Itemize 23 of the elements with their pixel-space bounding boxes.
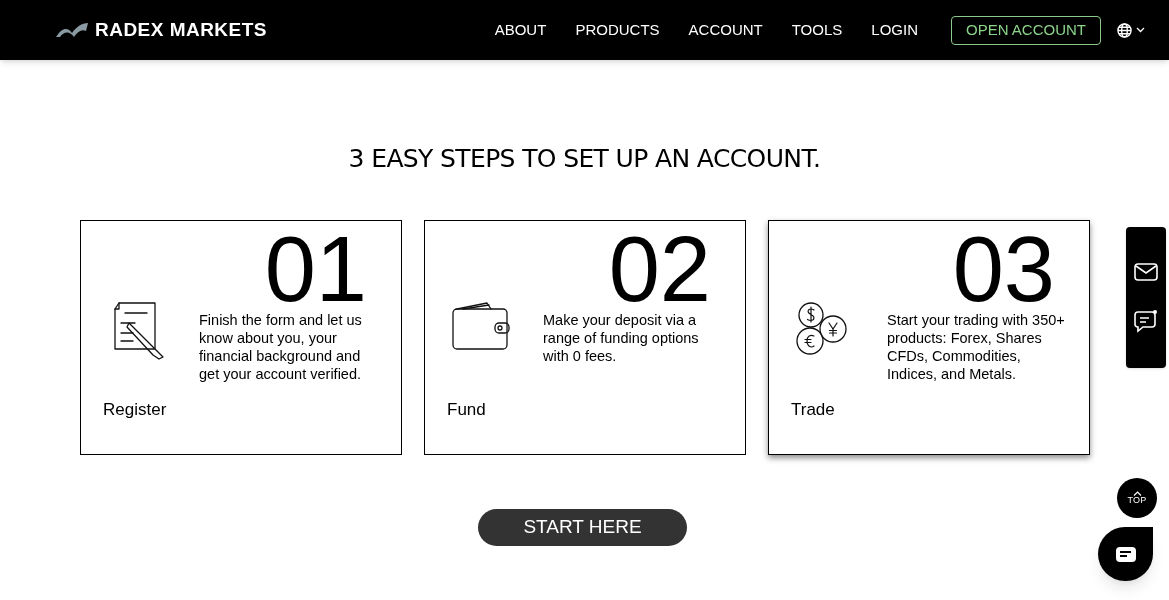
- nav-link[interactable]: LOGIN: [871, 18, 918, 42]
- step-title: Register: [103, 398, 167, 421]
- language-selector[interactable]: [1117, 22, 1145, 38]
- nav-link[interactable]: PRODUCTS: [575, 18, 660, 42]
- step-title: Fund: [447, 398, 486, 421]
- chat-button[interactable]: [1098, 527, 1153, 581]
- open-account-button[interactable]: OPEN ACCOUNT: [951, 15, 1101, 45]
- logo-icon: [56, 23, 88, 37]
- nav-link[interactable]: ACCOUNT: [688, 18, 763, 42]
- chevron-down-icon: [1136, 27, 1145, 33]
- step-title: Trade: [791, 398, 835, 421]
- chevron-up-icon: [1132, 491, 1142, 496]
- globe-icon: [1117, 22, 1132, 38]
- back-to-top-button[interactable]: TOP: [1117, 478, 1157, 518]
- section-heading: 3 EASY STEPS TO SET UP AN ACCOUNT.: [347, 143, 822, 175]
- nav-link[interactable]: TOOLS: [791, 18, 843, 42]
- message-icon: [1115, 546, 1136, 562]
- wallet-icon: [451, 300, 511, 351]
- nav-link[interactable]: ABOUT: [494, 18, 547, 42]
- brand-name: RADEX MARKETS: [95, 17, 267, 42]
- mail-icon[interactable]: [1134, 262, 1158, 281]
- start-here-button[interactable]: START HERE: [478, 508, 687, 546]
- chat-icon[interactable]: [1134, 308, 1158, 333]
